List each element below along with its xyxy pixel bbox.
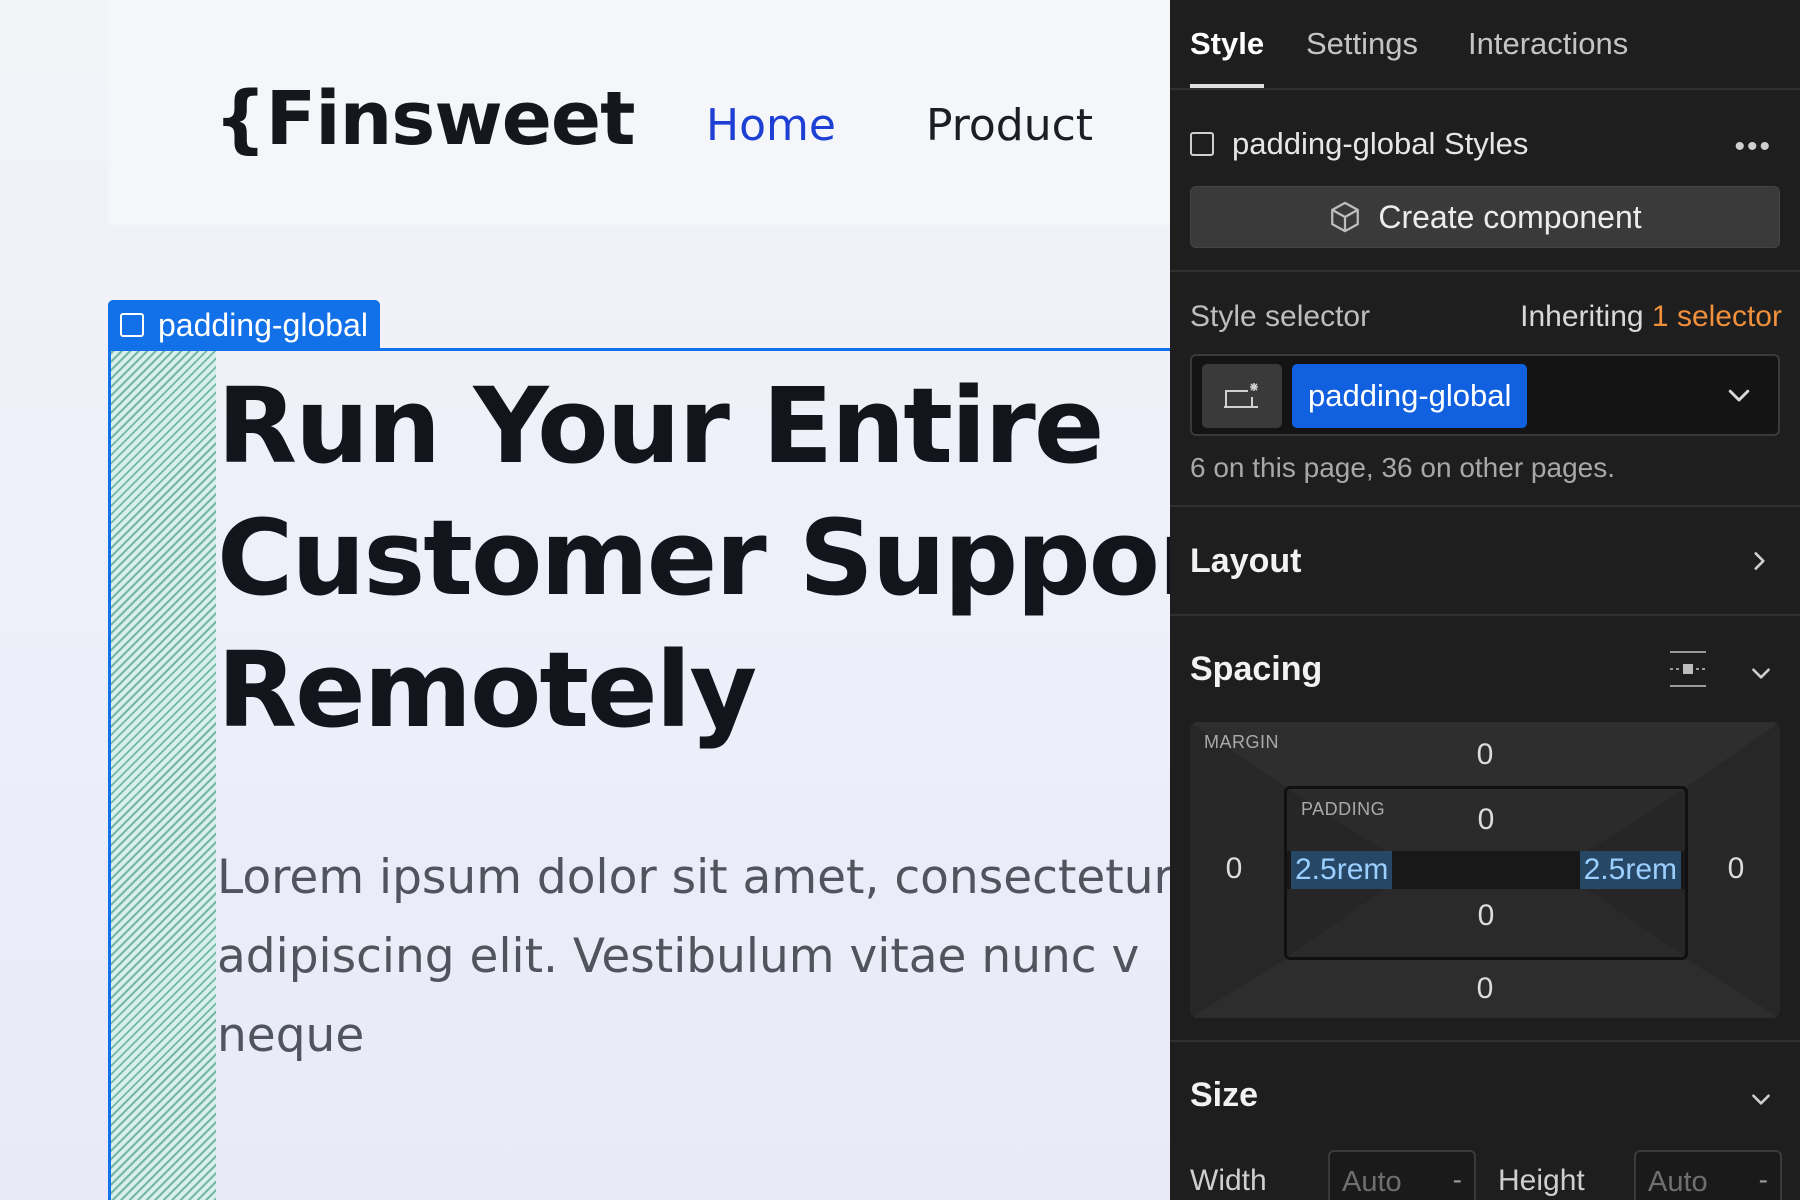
selector-usage-text: 6 on this page, 36 on other pages.: [1190, 452, 1615, 483]
width-label: Width: [1190, 1164, 1267, 1197]
spacing-mode-icon[interactable]: [1666, 648, 1710, 690]
width-input[interactable]: Auto -: [1328, 1150, 1476, 1200]
create-component-button[interactable]: Create component: [1190, 186, 1780, 248]
more-options-icon[interactable]: •••: [1734, 130, 1772, 164]
panel-tabs: Style Settings Interactions: [1170, 0, 1800, 90]
hero-heading[interactable]: Run Your Entire Customer Support Remotel…: [217, 360, 1170, 756]
chevron-right-icon[interactable]: [1746, 548, 1772, 574]
inheriting-info[interactable]: Inheriting 1 selector: [1520, 300, 1782, 334]
tab-settings[interactable]: Settings: [1306, 26, 1418, 62]
hero-paragraph[interactable]: Lorem ipsum dolor sit amet, consectetur …: [217, 838, 1170, 1075]
create-component-label: Create component: [1378, 198, 1642, 235]
style-selector-field[interactable]: padding-global: [1190, 354, 1780, 436]
padding-label: PADDING: [1301, 799, 1386, 819]
divider: [1170, 614, 1800, 616]
state-selector-icon: [1224, 383, 1258, 408]
divider: [1170, 1040, 1800, 1042]
component-cube-icon: [1331, 201, 1360, 233]
divider: [1170, 505, 1800, 507]
active-tab-indicator: [1190, 84, 1264, 88]
layout-section-header[interactable]: Layout: [1190, 542, 1301, 581]
margin-bottom-value[interactable]: 0: [1455, 972, 1515, 1006]
height-placeholder: Auto: [1648, 1166, 1708, 1198]
inheriting-prefix: Inheriting: [1520, 300, 1644, 333]
padding-top-value[interactable]: 0: [1456, 803, 1516, 837]
chevron-down-icon[interactable]: [1724, 380, 1754, 410]
padding-overlay: [111, 351, 216, 1200]
height-input[interactable]: Auto -: [1634, 1150, 1782, 1200]
nav-link-product[interactable]: Product: [926, 104, 1093, 148]
padding-left-value[interactable]: 2.5rem: [1291, 851, 1393, 889]
styles-label: padding-global Styles: [1232, 126, 1529, 161]
box-model-editor: MARGIN 0 0 0 0 PADDING 0 2.5rem 2.5rem 0: [1190, 722, 1780, 1018]
padding-editor: PADDING 0 2.5rem 2.5rem 0: [1284, 786, 1688, 960]
inheriting-count[interactable]: 1 selector: [1652, 300, 1782, 333]
size-section-header[interactable]: Size: [1190, 1076, 1258, 1115]
selected-element-tag[interactable]: padding-global: [108, 300, 380, 350]
finsweet-logo[interactable]: {Finsweet: [214, 82, 635, 156]
element-styles-header: padding-global Styles •••: [1190, 124, 1780, 164]
width-unit[interactable]: -: [1453, 1164, 1462, 1196]
margin-left-value[interactable]: 0: [1204, 852, 1264, 886]
divider: [1170, 270, 1800, 272]
style-panel: Style Settings Interactions padding-glob…: [1170, 0, 1800, 1200]
height-label: Height: [1498, 1164, 1585, 1197]
padding-right-value[interactable]: 2.5rem: [1579, 851, 1681, 889]
style-selector-label: Style selector: [1190, 300, 1371, 333]
width-placeholder: Auto: [1342, 1166, 1402, 1198]
spacing-section-header[interactable]: Spacing: [1190, 650, 1322, 689]
padding-bottom-value[interactable]: 0: [1456, 899, 1516, 933]
margin-label: MARGIN: [1204, 732, 1279, 752]
element-box-icon: [1190, 132, 1214, 156]
nav-link-home[interactable]: Home: [706, 104, 836, 148]
tab-interactions[interactable]: Interactions: [1468, 26, 1628, 62]
selected-element-name: padding-global: [158, 306, 368, 343]
selector-state-button[interactable]: [1202, 364, 1282, 428]
element-box-icon: [120, 313, 144, 337]
chevron-down-icon[interactable]: [1748, 660, 1774, 686]
margin-top-value[interactable]: 0: [1455, 738, 1515, 772]
height-unit[interactable]: -: [1759, 1164, 1768, 1196]
designer-canvas[interactable]: {Finsweet Home Product padding-global Ru…: [0, 0, 1170, 1200]
class-selector-pill[interactable]: padding-global: [1292, 364, 1528, 428]
chevron-down-icon[interactable]: [1748, 1086, 1774, 1112]
selection-outline-left: [108, 351, 111, 1200]
margin-right-value[interactable]: 0: [1706, 852, 1766, 886]
tab-style[interactable]: Style: [1190, 26, 1264, 62]
